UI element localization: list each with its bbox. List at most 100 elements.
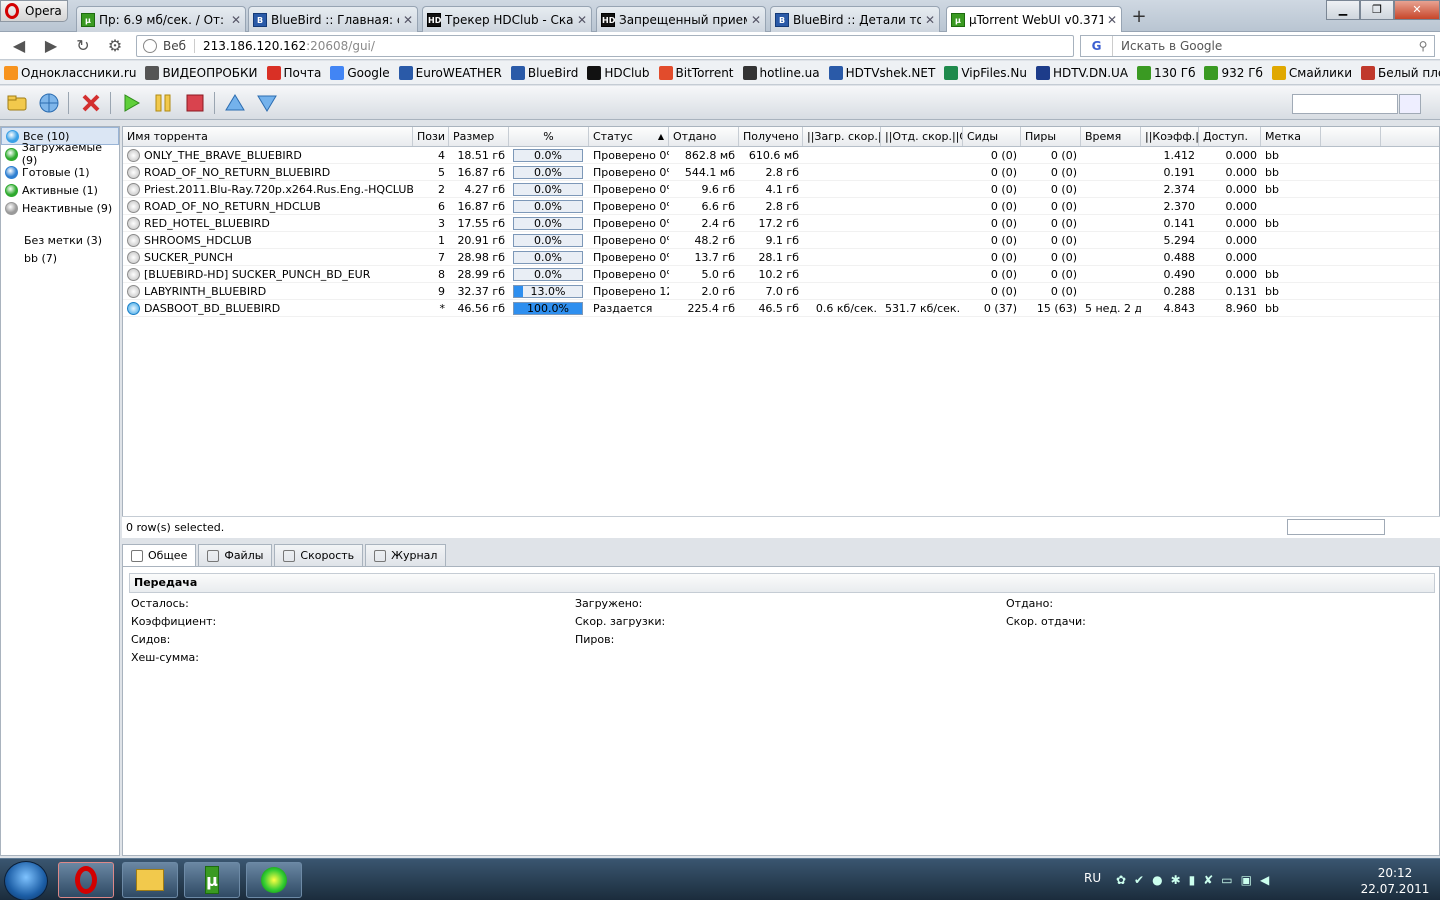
browser-tab[interactable]: µ µTorrent WebUI v0.371 ✕ [946,6,1122,33]
column-header[interactable]: Пиры [1021,127,1081,146]
search-icon[interactable]: ⚲ [1412,39,1434,53]
google-engine-icon[interactable]: G [1081,36,1113,56]
move-down-icon[interactable] [256,92,278,114]
clock[interactable]: 20:12 22.07.2011 [1360,865,1430,897]
column-header[interactable]: Размер [449,127,509,146]
bookmark-item[interactable]: Google [330,65,390,80]
category-item[interactable]: Активные (1) [1,181,119,199]
language-indicator[interactable]: RU [1084,871,1101,885]
column-header[interactable]: Отдано [669,127,739,146]
opera-menu-button[interactable]: Opera [0,0,68,22]
taskbar-utorrent[interactable]: µ [184,862,240,898]
category-item[interactable]: Загружаемые (9) [1,141,119,167]
bookmark-item[interactable]: Смайлики [1271,65,1352,80]
bookmark-item[interactable]: 932 Гб [1204,65,1263,80]
stop-icon[interactable] [184,92,206,114]
bookmark-item[interactable]: BitTorrent [658,65,734,80]
pause-icon[interactable] [152,92,174,114]
bookmark-item[interactable]: 130 Гб [1137,65,1195,80]
torrent-search-input[interactable] [1292,94,1398,114]
forward-button[interactable]: ▶ [40,36,62,56]
back-button[interactable]: ◀ [8,36,30,56]
column-header[interactable]: Время [1081,127,1141,146]
torrent-row[interactable]: RED_HOTEL_BLUEBIRD 3 17.55 гб 0.0% Проверено… [123,215,1439,232]
detail-tab[interactable]: Общее [122,544,197,566]
tab-close-icon[interactable]: ✕ [925,13,935,27]
detail-tab[interactable]: Скорость [274,544,364,566]
torrent-search-icon[interactable] [1399,94,1421,114]
start-icon[interactable] [120,92,142,114]
cell-size: 16.87 гб [457,166,505,179]
close-window-button[interactable]: ✕ [1394,0,1440,20]
browser-tab[interactable]: B BlueBird :: Детали тор... ✕ [770,6,940,32]
column-header[interactable]: Пози [413,127,449,146]
taskbar-explorer[interactable] [122,862,178,898]
tray-icons[interactable]: ✿✔●✱▮✘▭▣◀ [1116,873,1366,889]
bookmark-item[interactable]: HDClub [587,65,650,80]
bookmark-item[interactable]: HDTV.DN.UA [1035,65,1128,80]
column-header[interactable]: ||Коэфф.|| [1141,127,1199,146]
page-selector[interactable] [1287,519,1385,535]
torrent-row[interactable]: ROAD_OF_NO_RETURN_BLUEBIRD 5 16.87 гб 0.0% П… [123,164,1439,181]
browser-tab[interactable]: B BlueBird :: Главная: ск... ✕ [248,6,418,32]
column-header[interactable]: Доступ. [1199,127,1261,146]
bookmark-item[interactable]: HDTVshek.NET [828,65,935,80]
remove-icon[interactable] [80,92,102,114]
add-torrent-icon[interactable] [6,92,28,114]
torrent-row[interactable]: Priest.2011.Blu-Ray.720p.x264.Rus.Eng.-H… [123,181,1439,198]
bookmark-label: 932 Гб [1221,65,1263,80]
browser-tab[interactable]: HD Запрещенный прием ... ✕ [596,6,766,32]
torrent-row[interactable]: DASBOOT_BD_BLUEBIRD * 46.56 гб 100.0% Раздае… [123,300,1439,317]
bookmark-item[interactable]: hotline.ua [742,65,820,80]
torrent-row[interactable]: SUCKER_PUNCH 7 28.98 гб 0.0% Проверено 0% 13.… [123,249,1439,266]
label-filter-item[interactable]: bb (7) [1,249,119,267]
minimize-button[interactable]: ▁ [1326,0,1360,20]
cell-peers: 0 (0) [1050,285,1077,298]
restore-button[interactable]: ❐ [1360,0,1394,20]
browser-tab[interactable]: HD Трекер HDClub - Скач... ✕ [422,6,592,32]
tab-close-icon[interactable]: ✕ [577,13,587,27]
taskbar-icq[interactable] [246,862,302,898]
reload-button[interactable]: ↻ [72,36,94,56]
taskbar-opera[interactable] [58,862,114,898]
cell-pct: 0.0% [509,266,589,282]
start-button[interactable] [4,861,48,900]
tab-close-icon[interactable]: ✕ [403,13,413,27]
browser-tab[interactable]: µ Пр: 6.9 мб/сек. / От: 1... ✕ [76,6,246,32]
category-item[interactable]: Неактивные (9) [1,199,119,217]
bookmark-item[interactable]: BlueBird [510,65,578,80]
search-field[interactable]: G Искать в Google ⚲ [1080,35,1435,57]
column-header[interactable]: Сиды [963,127,1021,146]
add-url-icon[interactable] [38,92,60,114]
torrent-row[interactable]: LABYRINTH_BLUEBIRD 9 32.37 гб 13.0% Проверен… [123,283,1439,300]
tab-close-icon[interactable]: ✕ [231,13,241,27]
detail-tab[interactable]: Журнал [365,544,447,566]
column-header[interactable] [1321,127,1381,146]
torrent-row[interactable]: ROAD_OF_NO_RETURN_HDCLUB 6 16.87 гб 0.0% Про… [123,198,1439,215]
torrent-row[interactable]: SHROOMS_HDCLUB 1 20.91 гб 0.0% Проверено 0% 4… [123,232,1439,249]
bookmark-item[interactable]: Белый плен [1361,65,1440,80]
bookmark-item[interactable]: ВИДЕОПРОБКИ [145,65,258,80]
label-filter-item[interactable]: Без метки (3) [1,231,119,249]
move-up-icon[interactable] [224,92,246,114]
wand-icon[interactable]: ⚙ [104,36,126,56]
column-header[interactable]: Статус ▲ [589,127,669,146]
torrent-row[interactable]: ONLY_THE_BRAVE_BLUEBIRD 4 18.51 гб 0.0% Пров… [123,147,1439,164]
tab-close-icon[interactable]: ✕ [751,13,761,27]
bookmark-item[interactable]: Одноклассники.ru [4,65,136,80]
column-header[interactable]: ||Отд. скор.||Ско [881,127,963,146]
column-header[interactable]: Метка [1261,127,1321,146]
address-field[interactable]: Веб 213.186.120.162 :20608/gui/ [136,35,1074,57]
bookmark-item[interactable]: Почта [266,65,321,80]
cell-ul-speed [881,164,963,180]
new-tab-button[interactable]: + [1130,8,1148,26]
column-header[interactable]: Получено [739,127,803,146]
detail-tab[interactable]: Файлы [198,544,273,566]
bookmark-item[interactable]: VipFiles.Nu [944,65,1027,80]
column-header[interactable]: % [509,127,589,146]
column-header[interactable]: Имя торрента [123,127,413,146]
torrent-row[interactable]: [BLUEBIRD-HD] SUCKER_PUNCH_BD_EUR 8 28.99 … [123,266,1439,283]
bookmark-item[interactable]: EuroWEATHER [398,65,502,80]
tab-close-icon[interactable]: ✕ [1107,13,1117,27]
column-header[interactable]: ||Загр. скор.|| [803,127,881,146]
